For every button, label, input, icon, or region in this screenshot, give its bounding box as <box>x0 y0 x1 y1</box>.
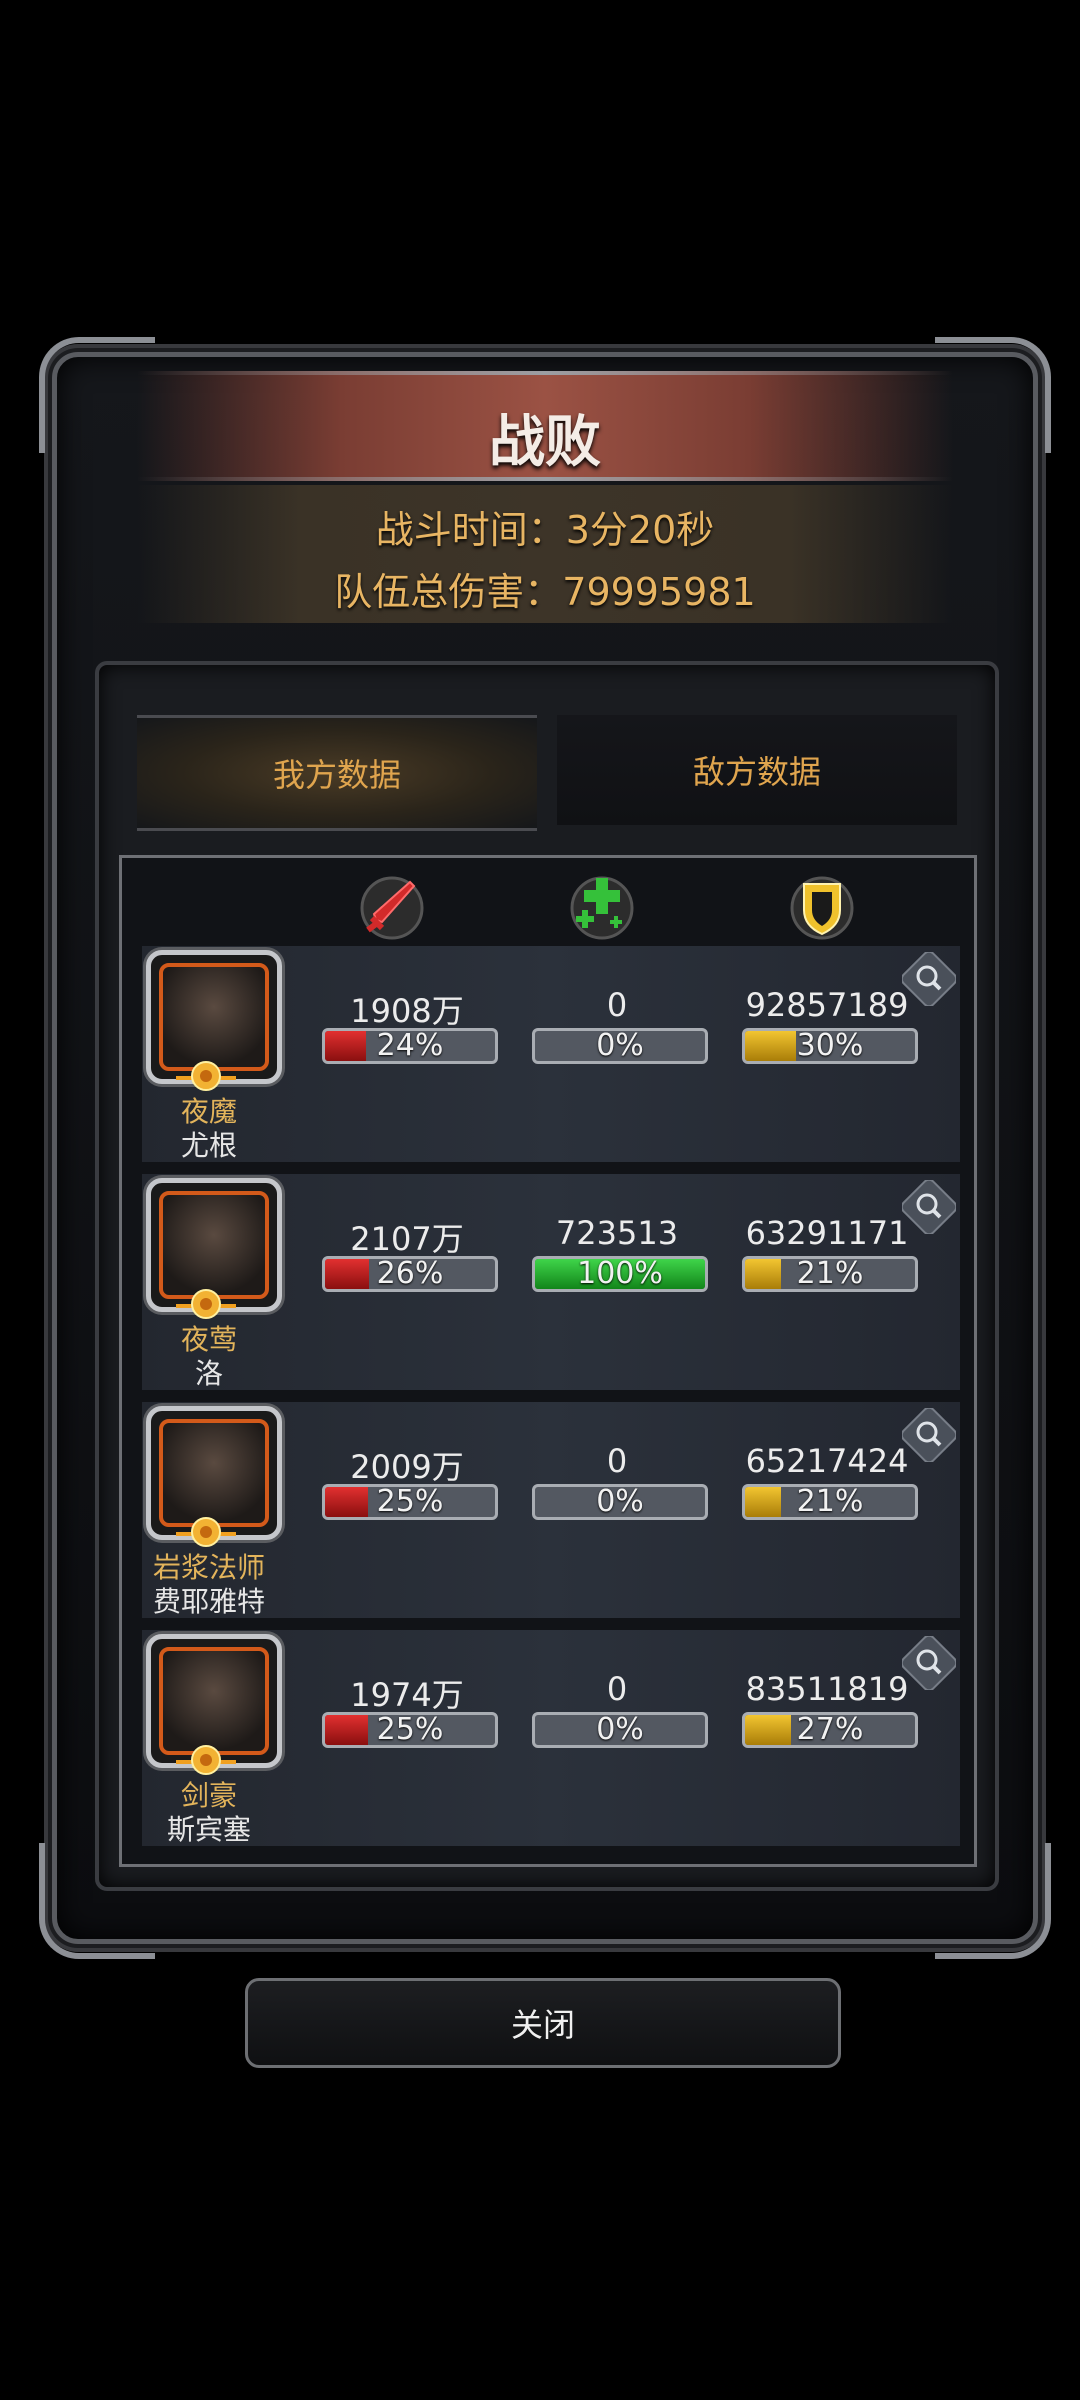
hero-row: 岩浆法师 费耶雅特 2009万 25% 0 0% 65217424 21% <box>142 1402 960 1618</box>
stat-bar: 0% <box>532 1484 708 1520</box>
stat-percent: 0% <box>596 1712 644 1747</box>
stat-value: 0 <box>606 1442 628 1480</box>
hero-avatar <box>159 1647 269 1755</box>
stat-percent: 0% <box>596 1484 644 1519</box>
stat-value: 63291171 <box>745 1214 909 1252</box>
stat-percent: 0% <box>596 1028 644 1063</box>
result-panel: 战败 战斗时间：3分20秒 队伍总伤害：79995981 我方数据 敌方数据 夜… <box>39 337 1051 1959</box>
hero-avatar <box>159 1191 269 1299</box>
hero-stats-table: 夜魔 尤根 1908万 24% 0 0% 92857189 30% 夜莺 洛 2… <box>119 855 977 1867</box>
stat-percent: 26% <box>376 1256 444 1291</box>
hero-row: 夜莺 洛 2107万 26% 723513 100% 63291171 21% <box>142 1174 960 1390</box>
stat-value: 723513 <box>555 1214 679 1252</box>
stat-value: 0 <box>606 1670 628 1708</box>
stat-value: 1974万 <box>350 1676 464 1714</box>
stat-value: 0 <box>606 986 628 1024</box>
stat-bar: 25% <box>322 1484 498 1520</box>
stat-bar: 21% <box>742 1256 918 1292</box>
tab-bar: 我方数据 敌方数据 <box>137 715 957 831</box>
stat-percent: 25% <box>376 1712 444 1747</box>
page-title: 战败 <box>489 410 601 475</box>
shield-icon <box>790 876 854 940</box>
stat-bar: 30% <box>742 1028 918 1064</box>
stat-bar: 27% <box>742 1712 918 1748</box>
stat-bar: 26% <box>322 1256 498 1292</box>
hero-row: 剑豪 斯宾塞 1974万 25% 0 0% 83511819 27% <box>142 1630 960 1846</box>
battle-summary: 战斗时间：3分20秒 队伍总伤害：79995981 <box>137 485 953 623</box>
close-button[interactable]: 关闭 <box>245 1978 841 2068</box>
hero-avatar <box>159 1419 269 1527</box>
tab-our-data[interactable]: 我方数据 <box>137 715 537 831</box>
stats-container: 我方数据 敌方数据 夜魔 尤根 1908万 24% 0 0% 92857189 … <box>95 661 999 1891</box>
stat-percent: 27% <box>796 1712 864 1747</box>
battle-time: 战斗时间：3分20秒 <box>375 508 715 552</box>
stat-percent: 21% <box>796 1484 864 1519</box>
stat-bar: 0% <box>532 1712 708 1748</box>
player-name: 斯宾塞 <box>166 1813 251 1846</box>
sword-icon <box>360 876 424 940</box>
stat-percent: 25% <box>376 1484 444 1519</box>
stat-value: 2009万 <box>350 1448 464 1486</box>
tab-enemy-data[interactable]: 敌方数据 <box>557 715 957 825</box>
team-total-damage: 队伍总伤害：79995981 <box>334 570 756 614</box>
stat-value: 65217424 <box>745 1442 909 1480</box>
player-name: 费耶雅特 <box>152 1585 265 1618</box>
stat-percent: 21% <box>796 1256 864 1291</box>
hero-row: 夜魔 尤根 1908万 24% 0 0% 92857189 30% <box>142 946 960 1162</box>
stat-bar: 25% <box>322 1712 498 1748</box>
stat-bar: 24% <box>322 1028 498 1064</box>
stat-value: 1908万 <box>350 992 464 1030</box>
stat-bar: 21% <box>742 1484 918 1520</box>
title-banner: 战败 <box>137 371 953 481</box>
hero-avatar <box>159 963 269 1071</box>
stat-bar: 100% <box>532 1256 708 1292</box>
stat-percent: 24% <box>376 1028 444 1063</box>
heal-cross-icon <box>570 876 634 940</box>
player-name: 尤根 <box>180 1129 237 1162</box>
stat-value: 83511819 <box>745 1670 909 1708</box>
stat-bar: 0% <box>532 1028 708 1064</box>
stat-value: 92857189 <box>745 986 909 1024</box>
player-name: 洛 <box>194 1357 223 1390</box>
stat-value: 2107万 <box>350 1220 464 1258</box>
stat-percent: 30% <box>796 1028 864 1063</box>
stat-percent: 100% <box>577 1256 663 1291</box>
